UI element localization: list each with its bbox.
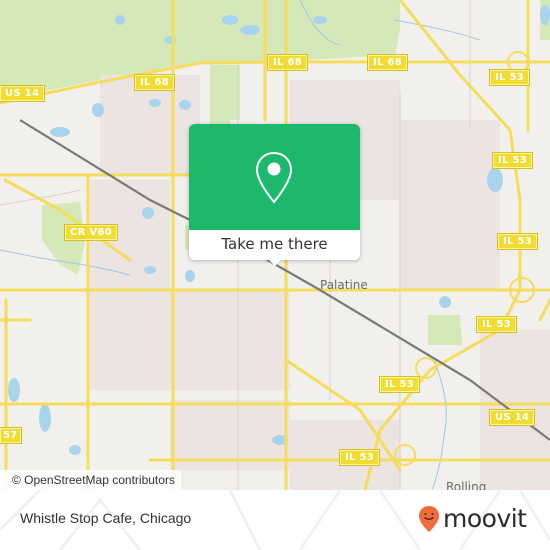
route-shield: US 14 xyxy=(0,85,46,102)
route-shield: 57 xyxy=(0,427,22,444)
map-pin-icon xyxy=(255,151,293,204)
route-shield: IL 68 xyxy=(267,54,308,71)
place-label-rolling: Rolling xyxy=(446,480,487,490)
residential-area xyxy=(400,120,500,290)
park-area xyxy=(428,315,462,345)
route-shield: IL 53 xyxy=(339,449,380,466)
footer-bar: Whistle Stop Cafe, Chicago moovit xyxy=(0,490,550,550)
map-attribution[interactable]: © OpenStreetMap contributors xyxy=(0,470,181,490)
residential-area xyxy=(90,290,290,390)
route-shield: IL 53 xyxy=(476,316,517,333)
route-shield: IL 53 xyxy=(492,152,533,169)
place-label-palatine: Palatine xyxy=(320,278,368,292)
route-shield: CR V60 xyxy=(64,224,118,241)
moovit-face-icon xyxy=(419,506,439,532)
route-shield: IL 53 xyxy=(379,376,420,393)
route-shield: IL 53 xyxy=(489,69,530,86)
destination-popup: Take me there xyxy=(189,124,360,260)
route-shield: IL 68 xyxy=(367,54,408,71)
route-shield: IL 53 xyxy=(497,233,538,250)
brand-name: moovit xyxy=(443,504,527,533)
moovit-logo[interactable]: moovit xyxy=(418,504,527,534)
place-name: Whistle Stop Cafe, Chicago xyxy=(20,510,192,526)
route-shield: US 14 xyxy=(488,409,536,426)
popup-pointer xyxy=(268,259,282,266)
popup-header xyxy=(189,124,360,230)
take-me-there-button[interactable]: Take me there xyxy=(189,230,360,260)
route-shield: IL 68 xyxy=(134,74,175,91)
residential-area xyxy=(100,75,200,175)
